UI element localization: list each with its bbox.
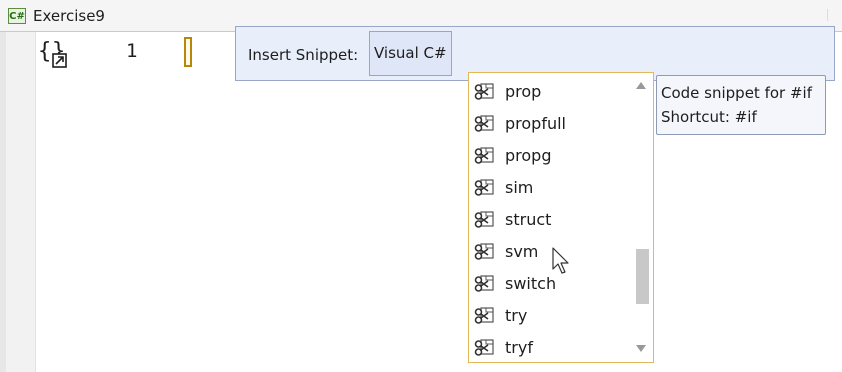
list-item[interactable]: sim: [469, 172, 653, 204]
scrollbar-thumb[interactable]: [636, 249, 649, 304]
snippet-scissors-icon: [474, 339, 494, 356]
snippet-insert-icon: { }: [38, 39, 67, 68]
scroll-up-arrow-icon[interactable]: [636, 82, 646, 89]
list-item-label: switch: [505, 274, 557, 293]
list-scrollbar[interactable]: [629, 73, 653, 362]
list-item-label: propfull: [505, 114, 566, 133]
tooltip-shortcut: Shortcut: #if: [661, 108, 757, 126]
insert-snippet-label: Insert Snippet:: [248, 46, 359, 64]
list-item-label: struct: [505, 210, 552, 229]
snippet-scissors-icon: [474, 115, 494, 132]
selection-margin: [0, 32, 6, 372]
svg-text:{: {: [38, 39, 51, 64]
list-item-label: sim: [505, 178, 534, 197]
list-item[interactable]: try: [469, 300, 653, 332]
list-item[interactable]: propfull: [469, 108, 653, 140]
tooltip-description: Code snippet for #if: [661, 84, 812, 102]
snippet-completion-list[interactable]: prop propfull propg sim struct svm switc…: [468, 72, 654, 363]
list-item-label: tryf: [505, 338, 533, 357]
code-text: 1: [126, 40, 138, 62]
snippet-scissors-icon: [474, 211, 494, 228]
snippet-scissors-icon: [474, 307, 494, 324]
snippet-scissors-icon: [474, 275, 494, 292]
snippet-scissors-icon: [474, 83, 494, 100]
csharp-file-icon: C#: [8, 8, 26, 24]
list-item[interactable]: propg: [469, 140, 653, 172]
list-item[interactable]: struct: [469, 204, 653, 236]
list-item[interactable]: prop: [469, 76, 653, 108]
list-item[interactable]: tryf: [469, 332, 653, 362]
snippet-scissors-icon: [474, 147, 494, 164]
snippet-tooltip: Code snippet for #if Shortcut: #if: [656, 75, 826, 135]
editor-gutter: [0, 32, 36, 372]
scroll-down-arrow-icon[interactable]: [636, 345, 646, 352]
snippet-scissors-icon: [474, 243, 494, 260]
snippet-caret-box[interactable]: [184, 37, 192, 67]
file-name-label[interactable]: Exercise9: [33, 7, 105, 25]
list-item-label: try: [505, 306, 528, 325]
dropdown-divider: [827, 9, 838, 21]
mouse-pointer-icon: [552, 247, 569, 274]
snippet-scissors-icon: [474, 179, 494, 196]
list-item-label: propg: [505, 146, 552, 165]
list-item-label: svm: [505, 242, 539, 261]
list-item-label: prop: [505, 82, 542, 101]
snippet-folder-chip[interactable]: Visual C#: [369, 31, 452, 76]
